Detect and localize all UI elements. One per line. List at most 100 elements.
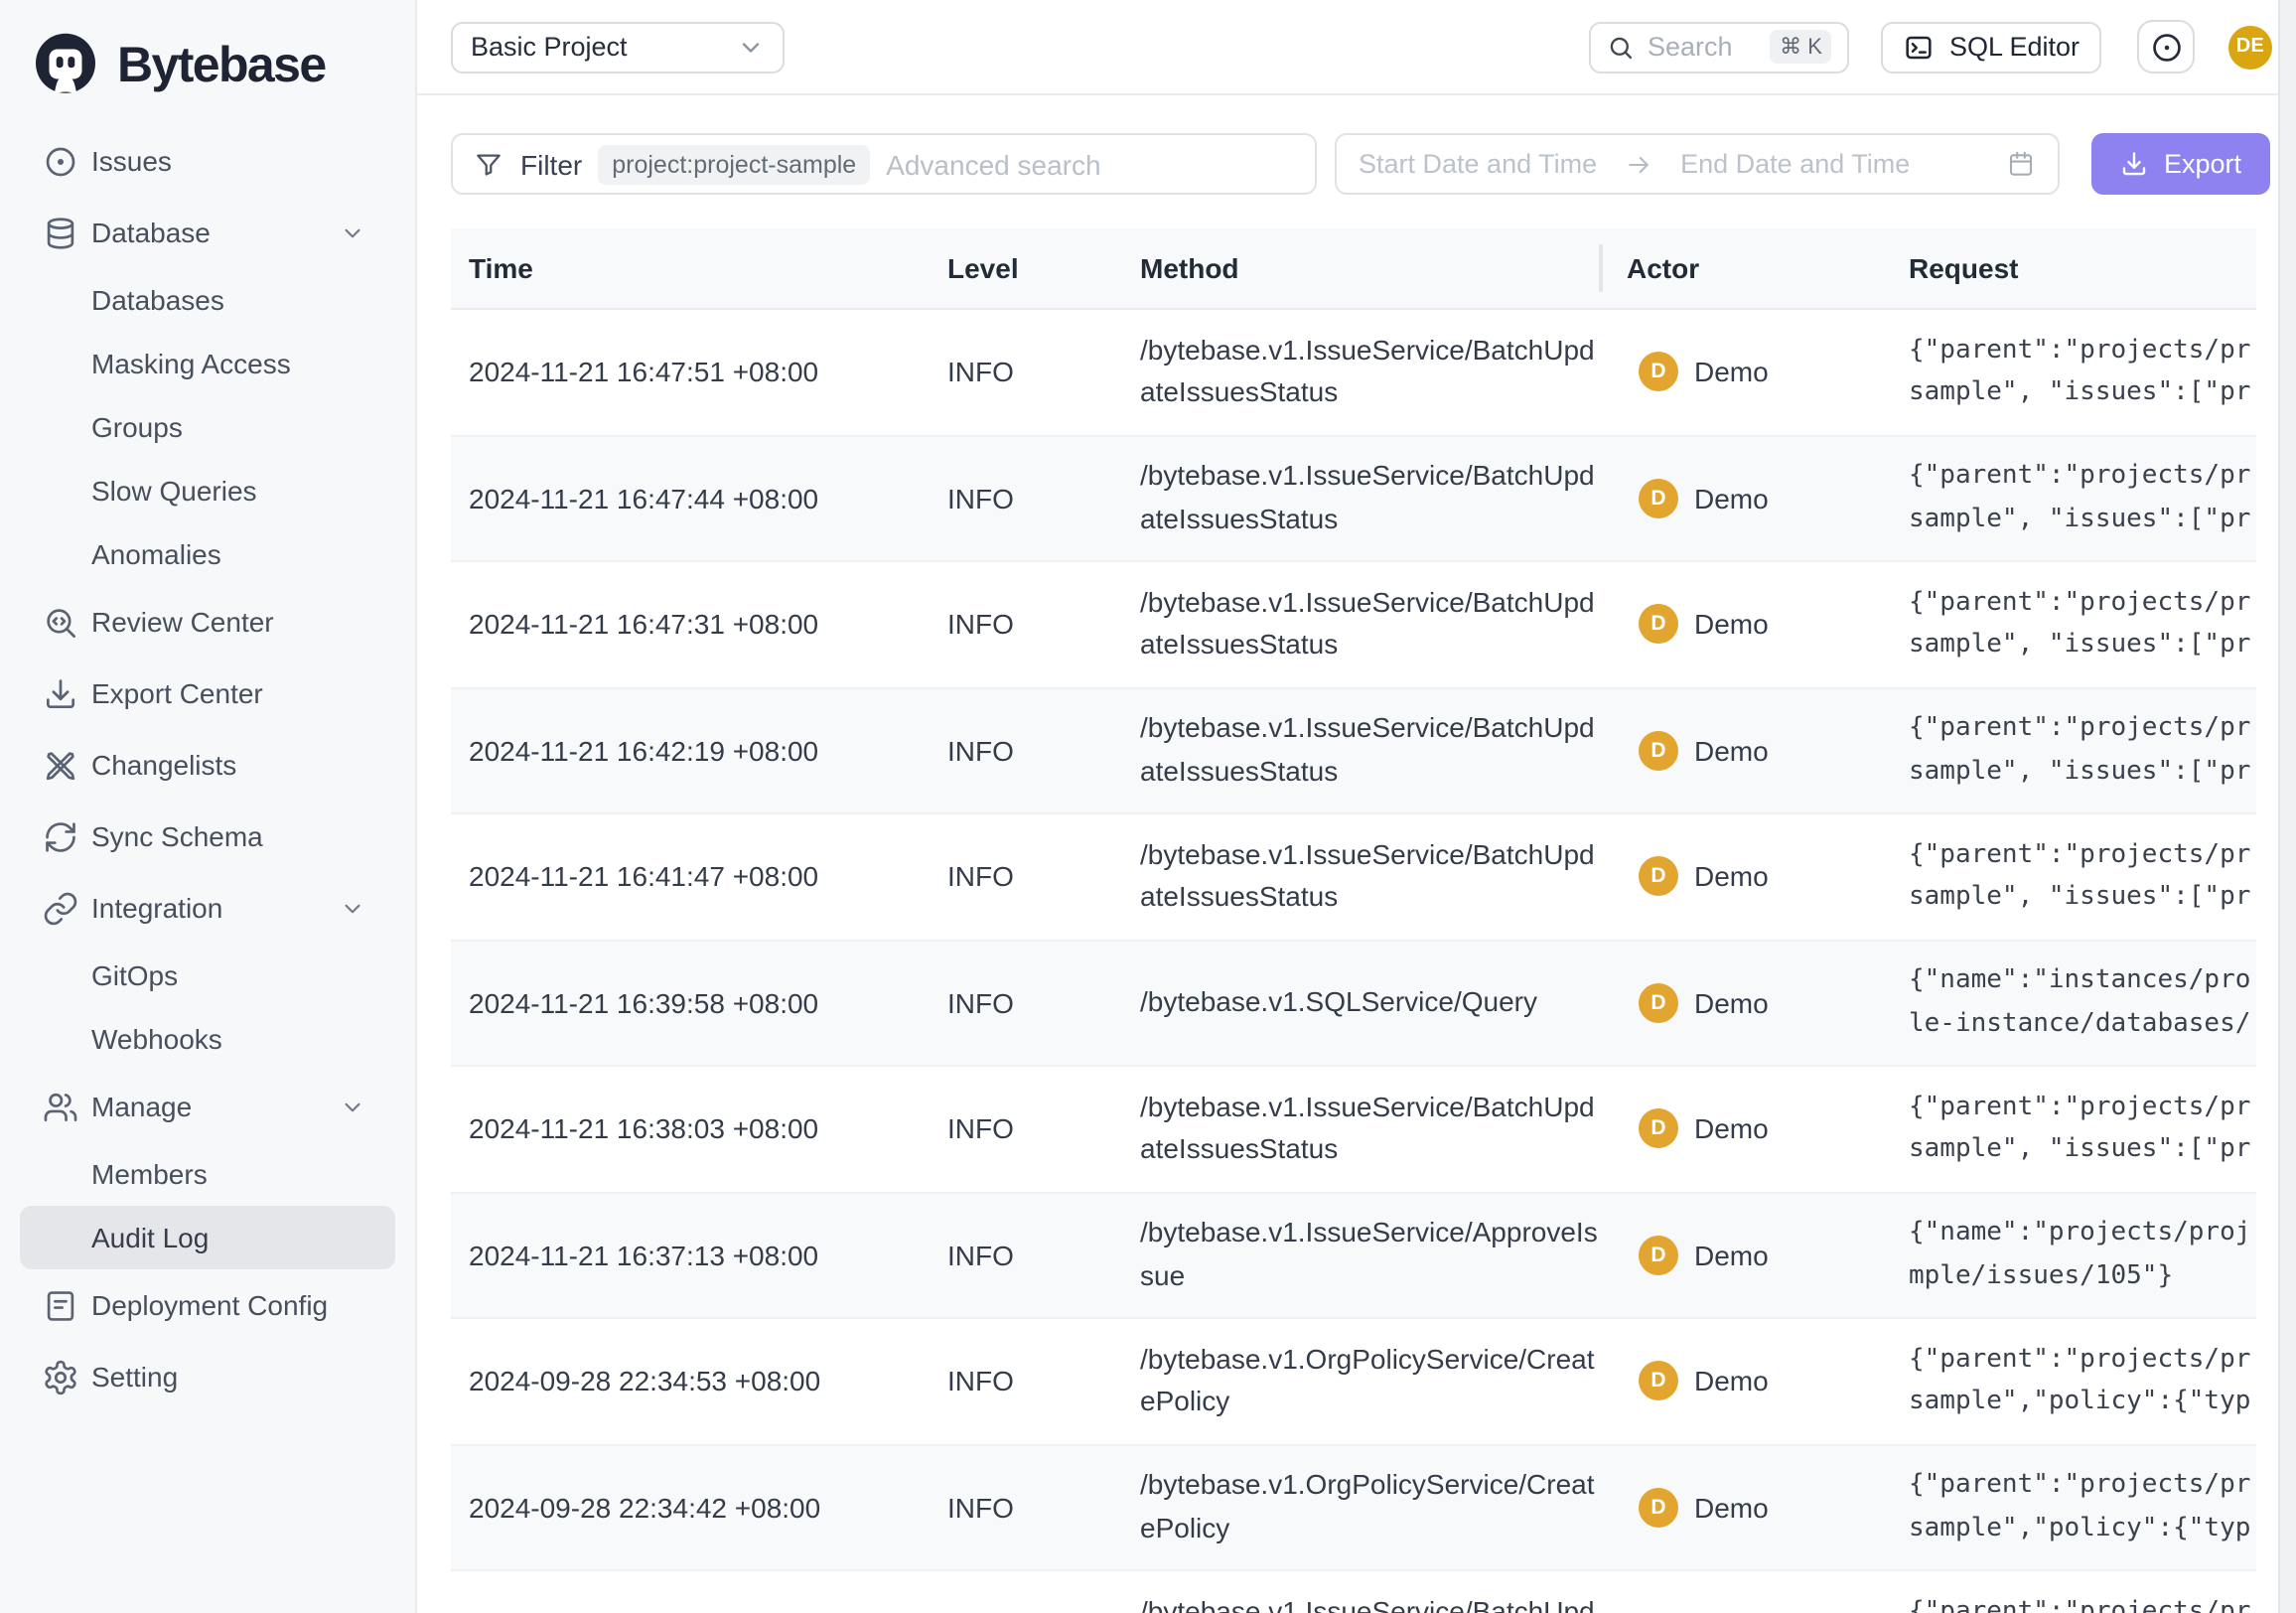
- sidebar-item-members[interactable]: Members: [20, 1142, 395, 1206]
- request-line-1: {"parent":"projects/pr: [1909, 582, 2256, 625]
- cell-request: {"parent":"projects/pr: [1909, 1591, 2256, 1613]
- sidebar-item-gitops[interactable]: GitOps: [20, 944, 395, 1007]
- actor-avatar: D: [1639, 1362, 1678, 1401]
- cell-level: INFO: [947, 1113, 1140, 1145]
- project-selector[interactable]: Basic Project: [451, 21, 785, 73]
- sidebar-item-integration[interactable]: Integration: [20, 872, 395, 944]
- sidebar-item-deployment-config[interactable]: Deployment Config: [20, 1269, 395, 1341]
- sidebar-item-changelists[interactable]: Changelists: [20, 729, 395, 801]
- cell-method: /bytebase.v1.IssueService/BatchUpdateIss…: [1140, 1591, 1599, 1613]
- sidebar-item-anomalies[interactable]: Anomalies: [20, 522, 395, 586]
- cell-time: 2024-11-21 16:47:51 +08:00: [451, 357, 947, 388]
- user-avatar[interactable]: DE: [2228, 25, 2272, 69]
- table-row: 2024-11-21 16:39:58 +08:00INFO/bytebase.…: [451, 941, 2256, 1067]
- request-line-2: le-instance/databases/: [1909, 1003, 2256, 1046]
- request-line-2: sample", "issues":["pr: [1909, 1129, 2256, 1172]
- actor-avatar: D: [1639, 983, 1678, 1023]
- cell-level: INFO: [947, 483, 1140, 514]
- request-line-1: {"parent":"projects/pr: [1909, 1087, 2256, 1129]
- column-header-level: Level: [947, 252, 1140, 284]
- cell-actor: DDemo: [1599, 353, 1909, 392]
- sidebar-item-label: Webhooks: [91, 1023, 222, 1055]
- column-header-request: Request: [1909, 252, 2256, 284]
- cell-level: INFO: [947, 987, 1140, 1019]
- actor-name: Demo: [1694, 483, 1769, 514]
- table-row: /bytebase.v1.IssueService/BatchUpdateIss…: [451, 1571, 2256, 1613]
- cell-request: {"parent":"projects/prsample", "issues":…: [1909, 330, 2256, 415]
- sidebar-item-review-center[interactable]: Review Center: [20, 586, 395, 658]
- sidebar-item-groups[interactable]: Groups: [20, 395, 395, 459]
- cell-time: 2024-11-21 16:39:58 +08:00: [451, 987, 947, 1019]
- vertical-scrollbar[interactable]: [2278, 0, 2296, 1613]
- sidebar-item-audit-log[interactable]: Audit Log: [20, 1206, 395, 1269]
- column-header-method: Method: [1140, 252, 1599, 284]
- sidebar-item-setting[interactable]: Setting: [20, 1341, 395, 1412]
- request-line-1: {"parent":"projects/pr: [1909, 708, 2256, 751]
- table-row: 2024-09-28 22:34:53 +08:00INFO/bytebase.…: [451, 1319, 2256, 1445]
- filter-chip[interactable]: project:project-sample: [598, 144, 870, 184]
- sidebar-item-label: Database: [91, 217, 211, 248]
- sidebar-item-sync-schema[interactable]: Sync Schema: [20, 801, 395, 872]
- filter-search-input[interactable]: Filter project:project-sample Advanced s…: [451, 133, 1317, 195]
- actor-name: Demo: [1694, 1113, 1769, 1145]
- cell-method: /bytebase.v1.IssueService/BatchUpdateIss…: [1140, 582, 1599, 667]
- request-line-1: {"parent":"projects/pr: [1909, 1339, 2256, 1382]
- sidebar-item-label: Integration: [91, 892, 222, 924]
- sidebar-item-manage[interactable]: Manage: [20, 1071, 395, 1142]
- sidebar-item-label: Manage: [91, 1091, 192, 1122]
- cell-time: 2024-11-21 16:41:47 +08:00: [451, 861, 947, 893]
- refresh-icon: [42, 817, 79, 855]
- sidebar-item-label: Members: [91, 1158, 208, 1190]
- request-line-2: sample", "issues":["pr: [1909, 625, 2256, 667]
- export-label: Export: [2164, 149, 2241, 179]
- cell-request: {"parent":"projects/prsample","policy":{…: [1909, 1339, 2256, 1424]
- sidebar-item-databases[interactable]: Databases: [20, 268, 395, 332]
- request-line-2: sample", "issues":["pr: [1909, 372, 2256, 415]
- sql-editor-button[interactable]: SQL Editor: [1882, 21, 2101, 73]
- circle-dot-button[interactable]: [2137, 20, 2195, 73]
- cell-request: {"name":"projects/projmple/issues/105"}: [1909, 1213, 2256, 1298]
- sidebar-item-database[interactable]: Database: [20, 197, 395, 268]
- table-row: 2024-11-21 16:38:03 +08:00INFO/bytebase.…: [451, 1067, 2256, 1193]
- actor-avatar: D: [1639, 353, 1678, 392]
- table-row: 2024-11-21 16:47:51 +08:00INFO/bytebase.…: [451, 310, 2256, 436]
- sidebar-item-webhooks[interactable]: Webhooks: [20, 1007, 395, 1071]
- advanced-search-placeholder: Advanced search: [886, 148, 1100, 180]
- table-row: 2024-11-21 16:37:13 +08:00INFO/bytebase.…: [451, 1193, 2256, 1319]
- bytebase-logo[interactable]: Bytebase: [0, 0, 415, 105]
- search-icon: [1608, 33, 1636, 61]
- cell-actor: D Demo: [1599, 1109, 1909, 1149]
- cell-actor: DDemo: [1599, 605, 1909, 645]
- actor-name: Demo: [1694, 1492, 1769, 1524]
- cell-actor: DDemo: [1599, 857, 1909, 897]
- audit-log-table: Time Level Method Actor Request 2024-11-…: [451, 228, 2256, 1613]
- chevron-down-icon: [340, 895, 365, 921]
- cell-level: INFO: [947, 1492, 1140, 1524]
- search-placeholder: Search: [1648, 32, 1758, 62]
- sidebar-item-export-center[interactable]: Export Center: [20, 658, 395, 729]
- column-resize-handle[interactable]: [1599, 244, 1603, 292]
- request-line-2: sample", "issues":["pr: [1909, 877, 2256, 920]
- cell-method: /bytebase.v1.IssueService/BatchUpdateIss…: [1140, 1087, 1599, 1172]
- search-button[interactable]: Search ⌘ K: [1590, 21, 1850, 73]
- date-range-picker[interactable]: Start Date and Time End Date and Time: [1335, 133, 2060, 195]
- sidebar-item-label: Deployment Config: [91, 1289, 328, 1321]
- cell-method: /bytebase.v1.IssueService/BatchUpdateIss…: [1140, 456, 1599, 541]
- cell-request: {"parent":"projects/prsample", "issues":…: [1909, 456, 2256, 541]
- sidebar-item-masking-access[interactable]: Masking Access: [20, 332, 395, 395]
- request-line-1: {"parent":"projects/pr: [1909, 834, 2256, 877]
- actor-name: Demo: [1694, 987, 1769, 1019]
- calendar-icon[interactable]: [2006, 149, 2036, 179]
- cell-time: 2024-09-28 22:34:42 +08:00: [451, 1492, 947, 1524]
- request-line-1: {"name":"projects/proj: [1909, 1213, 2256, 1255]
- sidebar-item-issues[interactable]: Issues: [20, 125, 395, 197]
- cell-level: INFO: [947, 357, 1140, 388]
- actor-avatar: D: [1639, 479, 1678, 518]
- actor-avatar: D: [1639, 1109, 1678, 1149]
- project-selector-value: Basic Project: [471, 32, 628, 62]
- sidebar-item-label: Anomalies: [91, 538, 221, 570]
- export-button[interactable]: Export: [2091, 133, 2270, 195]
- sidebar-item-slow-queries[interactable]: Slow Queries: [20, 459, 395, 522]
- filter-label: Filter: [520, 148, 582, 180]
- bytebase-logo-icon: [30, 30, 101, 101]
